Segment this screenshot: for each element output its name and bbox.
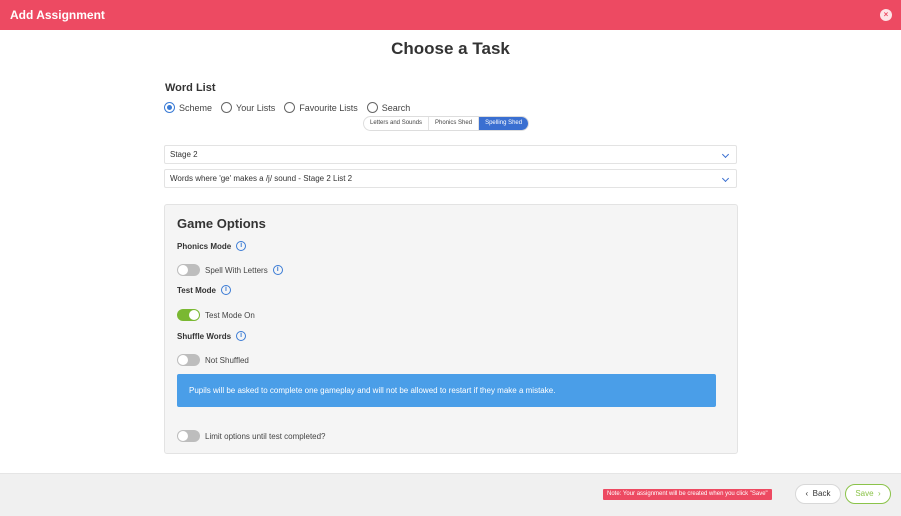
page-title: Choose a Task [391,39,510,58]
chevron-down-icon [721,174,730,183]
close-icon[interactable]: × [880,9,892,21]
shuffle-words-label: Shuffle Words i [177,331,247,341]
word-list-source-group: Scheme Your Lists Favourite Lists Search [164,101,419,114]
info-icon[interactable]: i [236,331,247,341]
shuffle-words-row: Not Shuffled [177,354,249,366]
radio-label: Favourite Lists [299,102,358,113]
radio-label: Scheme [179,102,213,113]
test-mode-label: Test Mode i [177,285,231,295]
word-list-select[interactable]: Words where 'ge' makes a /j/ sound - Sta… [164,169,737,188]
radio-icon [221,102,233,113]
test-mode-toggle-label: Test Mode On [205,310,255,320]
back-button-label: Back [812,489,831,498]
radio-search[interactable]: Search [366,102,411,113]
shuffle-words-toggle[interactable] [177,354,200,366]
info-icon[interactable]: i [220,285,231,295]
segment-letters-and-sounds[interactable]: Letters and Sounds [364,117,430,130]
save-button-label: Save [855,489,874,498]
save-note-badge: Note: Your assignment will be created wh… [603,489,772,500]
segment-phonics-shed[interactable]: Phonics Shed [429,117,480,130]
radio-scheme[interactable]: Scheme [164,102,212,113]
radio-icon [164,102,175,113]
radio-favourite-lists[interactable]: Favourite Lists [284,102,358,113]
radio-icon [366,102,378,113]
save-button[interactable]: Save › [845,484,891,504]
limit-options-toggle-label: Limit options until test completed? [205,431,326,441]
game-options-panel: Game Options Phonics Mode i Spell With L… [164,204,738,454]
stage-select-value: Stage 2 [170,150,198,159]
phonics-mode-text: Phonics Mode [177,241,232,251]
word-list-select-value: Words where 'ge' makes a /j/ sound - Sta… [170,174,353,183]
stage-select[interactable]: Stage 2 [164,145,737,164]
chevron-down-icon [721,150,730,159]
chevron-right-icon: › [878,489,881,498]
word-list-label: Word List [165,82,216,94]
test-mode-text: Test Mode [177,285,216,295]
test-mode-toggle[interactable] [177,309,200,321]
phonics-mode-row: Spell With Letters i [177,264,283,276]
back-button[interactable]: ‹ Back [795,484,841,504]
info-icon[interactable]: i [272,265,283,275]
modal-header: Add Assignment × [0,0,901,30]
scheme-segmented-control: Letters and Sounds Phonics Shed Spelling… [363,116,530,131]
segment-spelling-shed[interactable]: Spelling Shed [479,117,529,130]
limit-options-toggle[interactable] [177,430,200,442]
limit-options-row: Limit options until test completed? [177,430,326,442]
radio-label: Search [381,102,411,113]
modal-title: Add Assignment [10,8,105,22]
phonics-mode-toggle-label: Spell With Letters [205,265,268,275]
test-mode-row: Test Mode On [177,309,255,321]
chevron-left-icon: ‹ [805,489,809,498]
phonics-mode-label: Phonics Mode i [177,241,247,251]
phonics-mode-toggle[interactable] [177,264,200,276]
test-mode-info-banner: Pupils will be asked to complete one gam… [177,374,716,407]
shuffle-words-toggle-label: Not Shuffled [205,355,249,365]
game-options-title: Game Options [177,216,266,231]
radio-icon [284,102,296,113]
shuffle-words-text: Shuffle Words [177,331,232,341]
radio-your-lists[interactable]: Your Lists [221,102,275,113]
radio-label: Your Lists [236,102,276,113]
info-icon[interactable]: i [236,241,247,251]
